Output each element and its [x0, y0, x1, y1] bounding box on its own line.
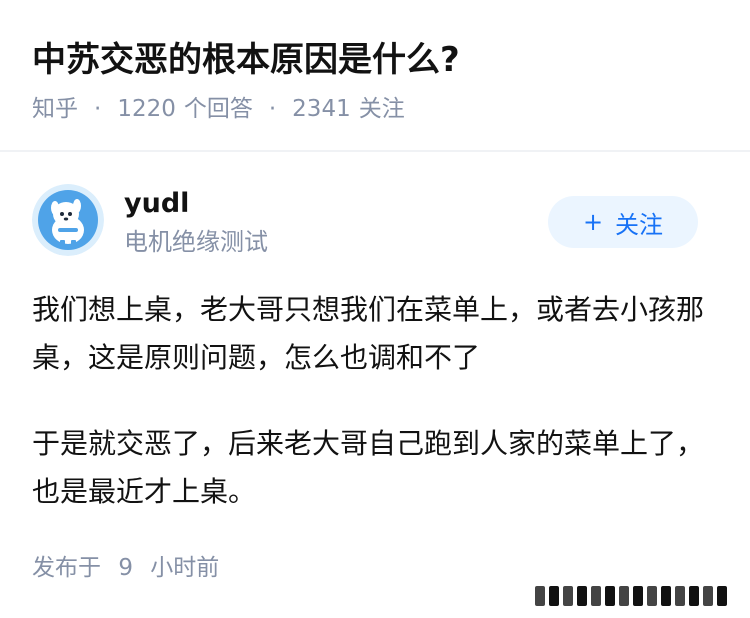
publish-time-unit: 小时前 [150, 555, 220, 581]
source-label[interactable]: 知乎 [32, 92, 78, 126]
watermark-bar [535, 584, 730, 608]
publish-time: 发布于 9 小时前 [32, 550, 219, 586]
answer-count: 1220 [117, 96, 176, 122]
follower-count-label: 关注 [358, 96, 405, 122]
question-header: 中苏交恶的根本原因是什么? 知乎 · 1220 个回答 · 2341 关注 [0, 0, 750, 150]
dog-avatar-icon [32, 184, 104, 256]
answer-paragraph: 我们想上桌，老大哥只想我们在菜单上，或者去小孩那桌，这是原则问题，怎么也调和不了 [32, 293, 705, 374]
follow-button[interactable]: + 关注 [548, 196, 698, 248]
author-avatar[interactable] [32, 184, 104, 256]
answer-paragraph: 于是就交恶了，后来老大哥自己跑到人家的菜单上了，也是最近才上桌。 [32, 427, 705, 508]
meta-separator: · [94, 96, 102, 122]
follower-count: 2341 [292, 96, 351, 122]
question-meta: 知乎 · 1220 个回答 · 2341 关注 [32, 92, 405, 126]
author-name[interactable]: yudl [124, 186, 189, 222]
meta-separator: · [268, 96, 277, 122]
author-bio: 电机绝缘测试 [124, 228, 268, 256]
plus-icon: + [582, 208, 604, 236]
header-divider [0, 150, 750, 152]
answer-count-label: 个回答 [183, 96, 253, 122]
publish-time-value: 9 [118, 555, 133, 581]
publish-prefix: 发布于 [32, 555, 101, 581]
follow-button-label: 关注 [615, 210, 664, 239]
question-title[interactable]: 中苏交恶的根本原因是什么? [32, 34, 460, 86]
